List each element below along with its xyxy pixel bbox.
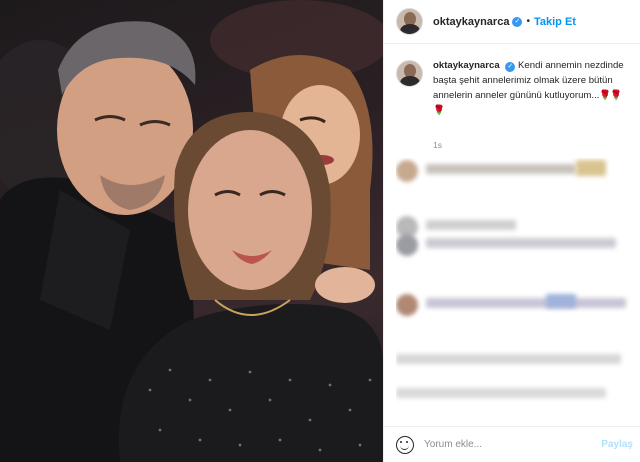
list-item	[396, 384, 631, 408]
avatar[interactable]	[396, 60, 423, 87]
caption-timestamp: 1s	[433, 140, 442, 150]
list-item	[396, 232, 631, 256]
smiley-icon[interactable]	[396, 435, 414, 454]
post-photo[interactable]	[0, 0, 383, 462]
post-caption: oktaykaynarca ✓ Kendi annemin nezdinde b…	[396, 58, 631, 118]
blurred-comments	[396, 158, 631, 420]
verified-badge-icon: ✓	[512, 16, 523, 27]
avatar[interactable]	[396, 8, 423, 35]
header-separator: •	[526, 16, 530, 27]
post-side-panel: oktaykaynarca ✓ • Takip Et oktaykaynarca…	[383, 0, 640, 462]
author-username[interactable]: oktaykaynarca	[433, 16, 509, 28]
comment-composer: Paylaş	[384, 426, 640, 462]
post-comment-button[interactable]: Paylaş	[601, 439, 633, 450]
follow-button[interactable]: Takip Et	[534, 16, 576, 28]
comment-input[interactable]	[424, 439, 594, 450]
post-header: oktaykaynarca ✓ • Takip Et	[384, 0, 640, 44]
list-item	[396, 292, 631, 316]
list-item	[396, 348, 631, 372]
photo-illustration	[0, 0, 383, 462]
list-item	[396, 158, 631, 182]
caption-username[interactable]: oktaykaynarca	[433, 60, 500, 71]
caption-body: oktaykaynarca ✓ Kendi annemin nezdinde b…	[433, 58, 629, 118]
verified-badge-icon: ✓	[505, 62, 516, 72]
instagram-post: oktaykaynarca ✓ • Takip Et oktaykaynarca…	[0, 0, 640, 462]
